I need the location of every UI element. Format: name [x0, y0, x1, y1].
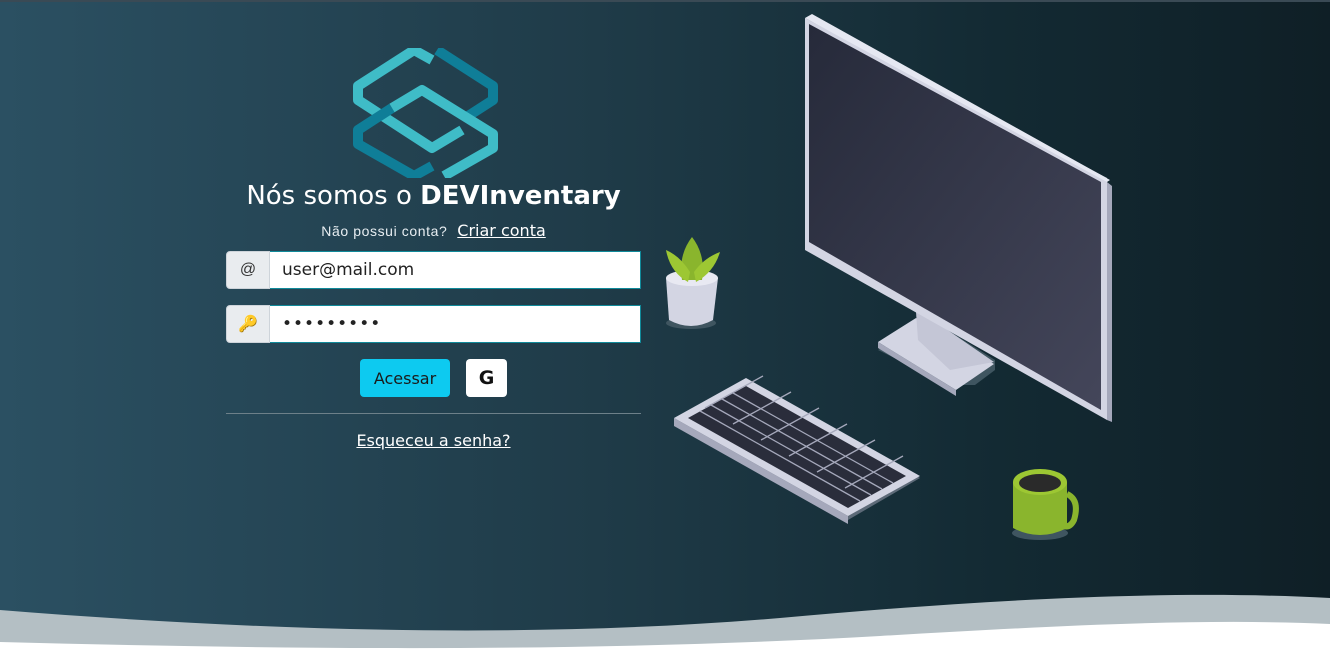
at-sign-icon: @ — [226, 251, 270, 289]
password-field[interactable] — [270, 305, 641, 343]
devinventary-logo — [353, 48, 498, 178]
page-title: Nós somos o DEVInventary — [226, 178, 641, 214]
email-field-group: @ — [226, 251, 641, 289]
email-field[interactable] — [270, 251, 641, 289]
title-prefix: Nós somos o — [246, 181, 421, 211]
desk-illustration — [666, 14, 1112, 540]
mug-icon — [1012, 469, 1079, 540]
forgot-password-link[interactable]: Esqueceu a senha? — [226, 431, 641, 450]
divider — [226, 413, 641, 414]
monitor-icon — [805, 14, 1112, 422]
plant-icon — [666, 237, 720, 329]
brand-name: DEVInventary — [420, 181, 621, 211]
signup-question: Não possui conta? — [321, 223, 448, 239]
login-button[interactable]: Acessar — [360, 359, 450, 397]
signup-prompt: Não possui conta? Criar conta — [226, 221, 641, 240]
google-login-button[interactable]: G — [466, 359, 507, 397]
password-field-group: 🔑 — [226, 305, 641, 343]
key-icon: 🔑 — [226, 305, 270, 343]
create-account-link[interactable]: Criar conta — [457, 221, 545, 240]
keyboard-icon — [674, 375, 920, 524]
bottom-wave — [0, 594, 1330, 653]
